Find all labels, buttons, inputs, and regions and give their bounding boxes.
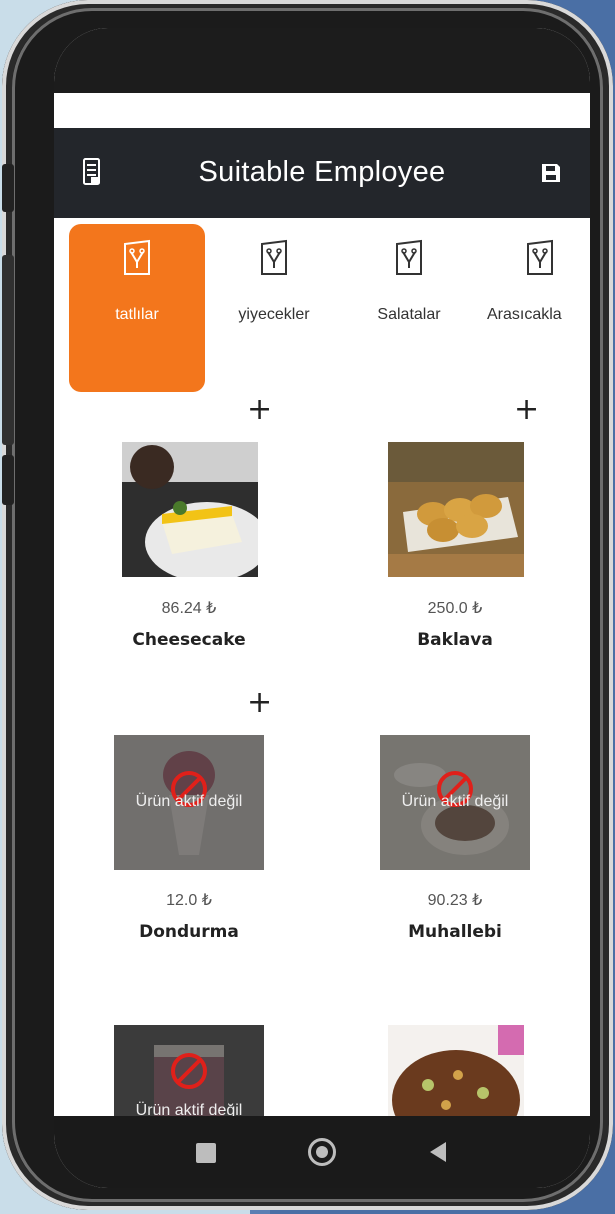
page-title: Suitable Employee [198, 156, 446, 188]
product-image-item6[interactable] [388, 1025, 524, 1120]
category-tab-tatlilar[interactable]: tatlılar [69, 224, 205, 392]
status-strip [54, 93, 590, 128]
category-label: Salatalar [377, 306, 441, 323]
product-image-cheesecake[interactable] [122, 442, 258, 577]
add-plus-icon[interactable]: + [514, 395, 539, 425]
category-label: tatlılar [115, 306, 159, 323]
category-tabs: tatlılar yiyecekler Salatalar Arasıcakla [54, 218, 590, 398]
cheesecake-image [122, 442, 258, 577]
phone-side-button [2, 164, 14, 212]
category-tab-arasicaklar[interactable]: Arasıcakla [481, 224, 585, 392]
product-price: 12.0 ₺ [166, 892, 212, 909]
product-name: Cheesecake [132, 630, 246, 650]
menu-card-icon [527, 239, 553, 275]
inactive-label: Ürün aktif değil [401, 792, 509, 810]
product-image-item5[interactable]: Ürün aktif değil [114, 1025, 264, 1120]
blocked-icon [171, 1052, 207, 1089]
menu-card-icon [124, 239, 150, 275]
menu-card-icon [261, 239, 287, 275]
menu-card-icon [396, 239, 422, 275]
category-label: Arasıcakla [487, 306, 562, 323]
product-price: 250.0 ₺ [427, 600, 483, 617]
product-price: 90.23 ₺ [427, 892, 483, 909]
phone-screen: Suitable Employee tatlılar yiyecekler Sa… [54, 28, 590, 1188]
inactive-label: Ürün aktif değil [135, 792, 243, 810]
product-name: Muhallebi [408, 922, 502, 942]
category-tab-salatalar[interactable]: Salatalar [341, 224, 477, 392]
product-image-baklava[interactable] [388, 442, 524, 577]
add-plus-icon[interactable]: + [247, 688, 272, 718]
product-image [388, 1025, 524, 1120]
product-name: Dondurma [139, 922, 239, 942]
save-icon[interactable] [540, 162, 562, 184]
category-label: yiyecekler [238, 306, 310, 323]
android-navigation-bar [54, 1116, 590, 1188]
product-image-dondurma[interactable]: Ürün aktif değil [114, 735, 264, 870]
phone-volume-button [2, 255, 14, 445]
product-image-muhallebi[interactable]: Ürün aktif değil [380, 735, 530, 870]
product-name: Baklava [417, 630, 493, 650]
app-top-bar: Suitable Employee [54, 128, 590, 218]
add-plus-icon[interactable]: + [247, 395, 272, 425]
product-price: 86.24 ₺ [161, 600, 217, 617]
back-triangle-icon[interactable] [428, 1141, 448, 1163]
baklava-image [388, 442, 524, 577]
phone-frame: Suitable Employee tatlılar yiyecekler Sa… [2, 0, 613, 1210]
circle-icon[interactable] [308, 1138, 336, 1166]
square-icon[interactable] [196, 1143, 216, 1163]
status-bar [54, 28, 590, 93]
phone-side-button [2, 455, 14, 505]
category-tab-yiyecekler[interactable]: yiyecekler [206, 224, 342, 392]
